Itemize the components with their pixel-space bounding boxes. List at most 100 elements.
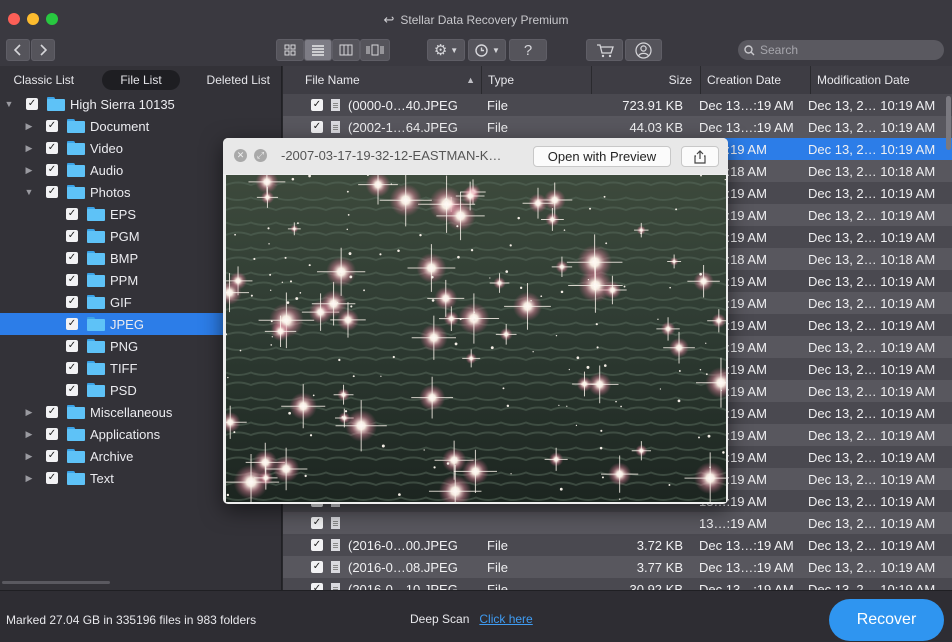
tree-item-checkbox[interactable]: ✓ <box>66 340 78 352</box>
disclosure-expanded-icon[interactable]: ▼ <box>24 187 34 197</box>
tree-item-checkbox[interactable]: ✓ <box>66 208 78 220</box>
tree-item-checkbox[interactable]: ✓ <box>66 318 78 330</box>
open-with-preview-button[interactable]: Open with Preview <box>533 146 671 167</box>
tree-item-checkbox[interactable]: ✓ <box>66 362 78 374</box>
tree-item[interactable]: ▶ ✓ Document <box>0 115 282 137</box>
tree-item-checkbox[interactable]: ✓ <box>46 472 58 484</box>
tree-item-checkbox[interactable]: ✓ <box>46 428 58 440</box>
glint <box>566 405 568 407</box>
tree-item-checkbox[interactable]: ✓ <box>46 164 58 176</box>
search-box[interactable] <box>738 40 944 60</box>
tree-item-label: Photos <box>90 184 131 200</box>
tree-item-checkbox[interactable]: ✓ <box>46 406 58 418</box>
row-checkbox[interactable]: ✓ <box>311 99 323 111</box>
folder-icon <box>67 163 85 177</box>
glint <box>698 436 700 439</box>
row-checkbox[interactable]: ✓ <box>311 561 323 573</box>
tree-item-checkbox[interactable]: ✓ <box>66 274 78 286</box>
folder-icon <box>87 361 105 375</box>
history-menu-button[interactable]: ▼ <box>468 39 506 61</box>
disclosure-collapsed-icon[interactable]: ▶ <box>24 165 34 176</box>
tab-classic-list[interactable]: Classic List <box>0 70 88 90</box>
tree-item-checkbox[interactable]: ✓ <box>66 296 78 308</box>
tab-deleted-list[interactable]: Deleted List <box>194 70 282 90</box>
table-row[interactable]: ✓ (0000-0…40.JPEG File 723.91 KB Dec 13…:19 … <box>283 94 952 116</box>
tab-file-list[interactable]: File List <box>101 70 181 90</box>
glint <box>619 498 621 500</box>
row-checkbox[interactable]: ✓ <box>311 583 323 590</box>
recover-button[interactable]: Recover <box>829 599 944 641</box>
table-scrollbar[interactable] <box>946 96 951 150</box>
table-row[interactable]: ✓ 13…:19 AM Dec 13, 2… 10:19 AM <box>283 512 952 534</box>
tree-item-label: PPM <box>110 272 139 288</box>
disclosure-expanded-icon[interactable]: ▼ <box>4 99 14 109</box>
modification-date: Dec 13, 2… 10:19 AM <box>808 405 936 421</box>
glint <box>699 272 703 276</box>
table-row[interactable]: ✓ (2016-0…08.JPEG File 3.77 KB Dec 13…:19 AM… <box>283 556 952 578</box>
row-checkbox[interactable]: ✓ <box>311 121 323 133</box>
folder-icon <box>47 97 65 111</box>
glint <box>506 404 510 408</box>
tree-item-checkbox[interactable]: ✓ <box>46 142 58 154</box>
cart-icon <box>596 43 614 57</box>
tree-item-checkbox[interactable]: ✓ <box>46 120 58 132</box>
row-checkbox[interactable]: ✓ <box>311 517 323 529</box>
modification-date: Dec 13, 2… 10:19 AM <box>808 97 936 113</box>
sidebar-scrollbar[interactable] <box>2 581 110 584</box>
tree-item-checkbox[interactable]: ✓ <box>66 252 78 264</box>
glint <box>430 275 434 279</box>
help-button[interactable]: ? <box>509 39 547 61</box>
tree-item-checkbox[interactable]: ✓ <box>66 230 78 242</box>
fullscreen-icon: ⤢ <box>256 150 265 160</box>
modification-date: Dec 13, 2… 10:19 AM <box>808 471 936 487</box>
tree-item-checkbox[interactable]: ✓ <box>26 98 38 110</box>
window-title: Stellar Data Recovery Premium <box>400 13 569 27</box>
nav-forward-button[interactable] <box>31 39 55 61</box>
quick-look-preview: ✕ ⤢ -2007-03-17-19-32-12-EASTMAN-K… Open… <box>223 138 728 504</box>
nav-back-button[interactable] <box>6 39 30 61</box>
column-header-type[interactable]: Type <box>482 66 592 94</box>
modification-date: Dec 13, 2… 10:19 AM <box>808 427 936 443</box>
disclosure-collapsed-icon[interactable]: ▶ <box>24 429 34 440</box>
title-bar: ↩ Stellar Data Recovery Premium <box>0 0 952 38</box>
column-header-size[interactable]: Size <box>592 66 701 94</box>
icon-view-button[interactable] <box>276 39 304 61</box>
cart-button[interactable] <box>586 39 623 61</box>
disclosure-collapsed-icon[interactable]: ▶ <box>24 121 34 132</box>
table-row[interactable]: ✓ (2016-0…00.JPEG File 3.72 KB Dec 13…:19 AM… <box>283 534 952 556</box>
account-button[interactable] <box>625 39 662 61</box>
preview-close-button[interactable]: ✕ <box>234 149 247 162</box>
deep-scan-label: Deep Scan <box>410 612 470 626</box>
table-row[interactable]: ✓ (2016-0…10.JPEG File 30.92 KB Dec 13…:19 A… <box>283 578 952 590</box>
row-checkbox-cell: ✓ <box>303 539 331 551</box>
column-header-creation-date[interactable]: Creation Date <box>701 66 811 94</box>
disclosure-collapsed-icon[interactable]: ▶ <box>24 143 34 154</box>
column-view-button[interactable] <box>332 39 360 61</box>
preview-fullscreen-button[interactable]: ⤢ <box>254 149 267 162</box>
tree-item-checkbox[interactable]: ✓ <box>46 450 58 462</box>
tree-item-checkbox[interactable]: ✓ <box>66 384 78 396</box>
settings-menu-button[interactable]: ⚙ ▼ <box>427 39 465 61</box>
glint <box>339 272 342 275</box>
modification-date: Dec 13, 2… 10:18 AM <box>808 163 936 179</box>
column-header-file-name[interactable]: File Name ▲ <box>283 66 482 94</box>
coverflow-view-button[interactable] <box>360 39 390 61</box>
row-checkbox[interactable]: ✓ <box>311 539 323 551</box>
tree-item-checkbox[interactable]: ✓ <box>46 186 58 198</box>
search-input[interactable] <box>760 43 930 57</box>
disclosure-collapsed-icon[interactable]: ▶ <box>24 451 34 462</box>
glint <box>304 474 307 478</box>
table-row[interactable]: ✓ (2002-1…64.JPEG File 44.03 KB Dec 13…:19 A… <box>283 116 952 138</box>
disclosure-collapsed-icon[interactable]: ▶ <box>24 473 34 484</box>
list-view-button[interactable] <box>304 39 332 61</box>
glint <box>575 424 578 427</box>
deep-scan-link[interactable]: Click here <box>479 612 532 626</box>
glint <box>555 334 558 337</box>
disclosure-collapsed-icon[interactable]: ▶ <box>24 407 34 418</box>
share-button[interactable] <box>681 146 719 167</box>
glint <box>346 228 349 231</box>
file-type: File <box>487 119 508 135</box>
column-header-modification-date[interactable]: Modification Date <box>811 66 952 94</box>
tree-item[interactable]: ▼ ✓ High Sierra 10135 <box>0 93 282 115</box>
glint <box>675 208 678 211</box>
